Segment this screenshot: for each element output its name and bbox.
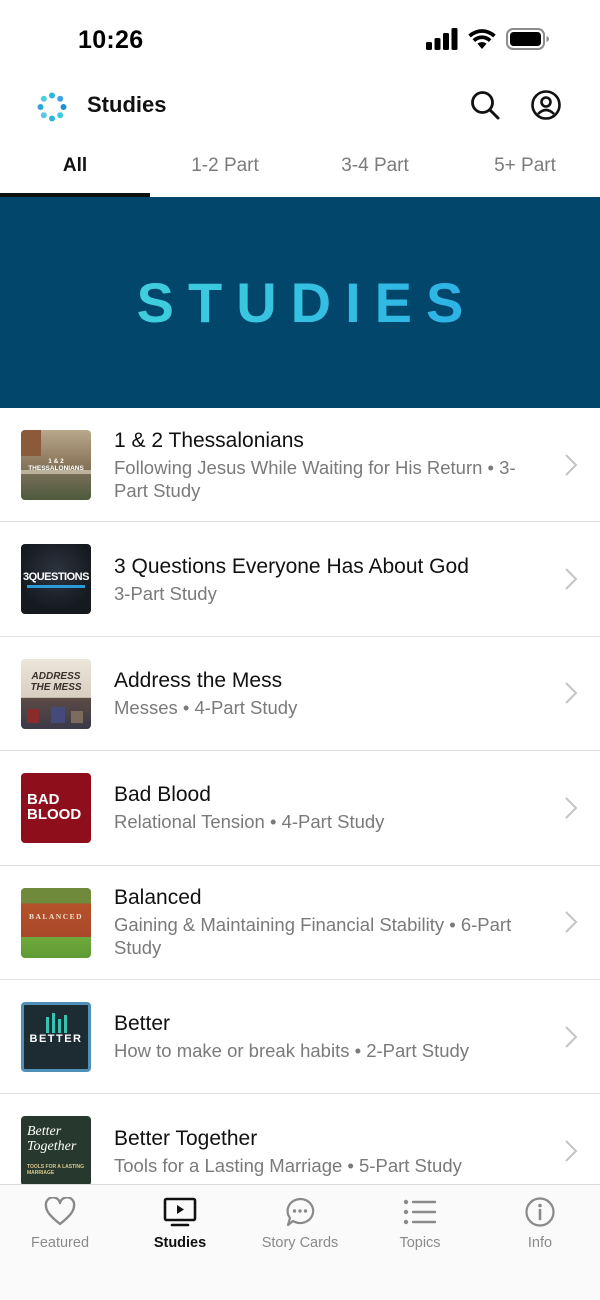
list-item[interactable]: BALANCED Balanced Gaining & Maintaining …	[0, 866, 600, 980]
status-bar: 10:26	[0, 0, 600, 80]
thumbnail-label: BETTER	[29, 1032, 83, 1045]
signal-icon	[426, 27, 458, 55]
app-logo-icon	[37, 92, 67, 122]
wifi-icon	[468, 28, 496, 55]
study-thumbnail: ADDRESS THE MESS	[21, 658, 91, 729]
search-button[interactable]	[468, 90, 502, 124]
chat-bubble-icon	[283, 1195, 317, 1229]
status-icons	[426, 27, 550, 55]
thumbnail-label: BAD BLOOD	[27, 791, 82, 824]
study-title: Better Together	[114, 1126, 258, 1150]
tab-3-4-part[interactable]: 3-4 Part	[300, 145, 450, 197]
profile-icon	[530, 89, 562, 126]
thumbnail-label: 3QUESTIONS	[23, 571, 89, 584]
list-item[interactable]: BETTER Better How to make or break habit…	[0, 980, 600, 1095]
profile-button[interactable]	[529, 89, 563, 126]
study-thumbnail: 1 & 2 THESSALONIANS	[21, 430, 91, 500]
list-item[interactable]: BAD BLOOD Bad Blood Relational Tension •…	[0, 751, 600, 866]
info-icon	[523, 1195, 557, 1229]
study-title: 1 & 2 Thessalonians	[114, 428, 304, 452]
list-item[interactable]: 1 & 2 THESSALONIANS 1 & 2 Thessalonians …	[0, 408, 600, 523]
tabbar-label: Info	[527, 1235, 553, 1251]
tabbar-label: Story Cards	[261, 1235, 339, 1251]
thumbnail-label: Better Together	[27, 1124, 77, 1155]
tabbar-label: Featured	[30, 1235, 90, 1251]
chevron-right-icon	[565, 1025, 578, 1048]
study-subtitle: 3-Part Study	[114, 582, 217, 604]
list-item[interactable]: Better Together TOOLS FOR A LASTING MARR…	[0, 1094, 600, 1184]
list-item[interactable]: ADDRESS THE MESS Address the Mess Messes…	[0, 637, 600, 752]
thumbnail-label: BALANCED	[28, 911, 84, 921]
chevron-right-icon	[565, 1140, 578, 1162]
tabbar-topics[interactable]: Topics	[360, 1185, 480, 1265]
study-subtitle: Messes • 4-Part Study	[114, 696, 298, 718]
app-header: Studies	[0, 80, 600, 132]
battery-icon	[506, 27, 550, 55]
tabbar-featured[interactable]: Featured	[0, 1185, 120, 1265]
study-subtitle: Tools for a Lasting Marriage • 5-Part St…	[114, 1154, 462, 1176]
tabbar-label: Studies	[153, 1235, 207, 1251]
study-title: Balanced	[114, 886, 202, 910]
thumbnail-sublabel: TOOLS FOR A LASTING MARRIAGE	[27, 1164, 85, 1177]
study-thumbnail: BAD BLOOD	[21, 773, 91, 844]
search-icon	[469, 89, 501, 126]
tab-5-plus-part[interactable]: 5+ Part	[450, 145, 600, 197]
tabbar-studies[interactable]: Studies	[120, 1185, 240, 1265]
study-thumbnail: BALANCED	[21, 887, 91, 958]
study-title: Address the Mess	[114, 668, 283, 692]
banner-text: STUDIES	[123, 270, 478, 335]
list-icon	[403, 1195, 437, 1229]
study-subtitle: How to make or break habits • 2-Part Stu…	[114, 1040, 470, 1062]
study-subtitle: Relational Tension • 4-Part Study	[114, 811, 385, 833]
study-title: Bad Blood	[114, 783, 211, 807]
study-thumbnail: 3QUESTIONS	[21, 544, 91, 615]
list-item[interactable]: 3QUESTIONS 3 Questions Everyone Has Abou…	[0, 522, 600, 637]
study-subtitle: Gaining & Maintaining Financial Stabilit…	[114, 914, 512, 959]
study-title: 3 Questions Everyone Has About God	[114, 554, 469, 578]
study-thumbnail: Better Together TOOLS FOR A LASTING MARR…	[21, 1116, 91, 1184]
heart-icon	[43, 1195, 77, 1229]
bottom-tab-bar: Featured Studies Story Cards Topics Info	[0, 1184, 600, 1300]
tabbar-label: Topics	[399, 1235, 441, 1251]
study-list[interactable]: 1 & 2 THESSALONIANS 1 & 2 Thessalonians …	[0, 408, 600, 1184]
tv-icon	[163, 1195, 197, 1229]
chevron-right-icon	[565, 568, 578, 590]
status-time: 10:26	[78, 26, 144, 54]
filter-tabs: All 1-2 Part 3-4 Part 5+ Part	[0, 145, 600, 197]
tabbar-story-cards[interactable]: Story Cards	[240, 1185, 360, 1265]
chevron-right-icon	[565, 682, 578, 705]
tab-1-2-part[interactable]: 1-2 Part	[150, 145, 300, 197]
study-title: Better	[114, 1012, 171, 1036]
chevron-right-icon	[565, 797, 578, 819]
chevron-right-icon	[565, 911, 578, 933]
tab-all[interactable]: All	[0, 145, 150, 197]
thumbnail-label: ADDRESS THE MESS	[30, 670, 82, 693]
tabbar-info[interactable]: Info	[480, 1185, 600, 1265]
study-thumbnail: BETTER	[21, 1001, 91, 1072]
chevron-right-icon	[565, 453, 578, 476]
studies-banner: STUDIES	[0, 197, 600, 408]
page-title: Studies	[87, 92, 167, 117]
study-subtitle: Following Jesus While Waiting for His Re…	[114, 456, 516, 501]
